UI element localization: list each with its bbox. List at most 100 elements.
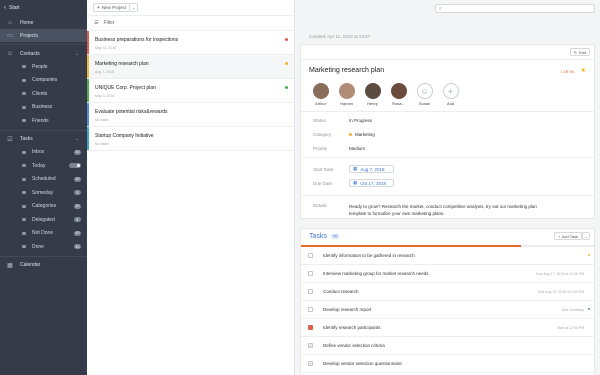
- card-toolbar: ✎ Edit: [301, 45, 594, 60]
- status-dot: [285, 86, 288, 89]
- edit-label: Edit: [579, 49, 586, 55]
- count-badge: 3: [74, 190, 81, 196]
- project-list-item[interactable]: UNIQUE Corp. Project plan May 3, 2018: [87, 79, 294, 103]
- filter-icon: ☰: [94, 20, 99, 26]
- task-checkbox[interactable]: [308, 325, 313, 330]
- task-row[interactable]: Develop research report Due Someday: [301, 301, 594, 319]
- person-avatar[interactable]: Henry: [361, 83, 384, 106]
- status-value[interactable]: In Progress: [349, 118, 372, 123]
- task-row[interactable]: Identify information to be gathered in r…: [301, 247, 594, 265]
- back-button[interactable]: ‹ Start: [0, 0, 87, 16]
- new-project-dropdown[interactable]: ⌄: [130, 3, 139, 12]
- start-date-label: Start Date: [313, 167, 334, 172]
- chevron-left-icon: ‹: [4, 5, 6, 11]
- person-name: Add: [446, 101, 455, 106]
- subitem-label: Friends: [32, 117, 49, 124]
- project-card: ✎ Edit Marketing research plan LTB 90 ★ …: [300, 44, 595, 219]
- sidebar-item-projects[interactable]: ▭ Projects: [0, 29, 87, 42]
- sidebar-subitem[interactable]: Scheduled 10: [0, 173, 87, 187]
- sidebar-subitem[interactable]: Delegated 4: [0, 213, 87, 227]
- project-list-item[interactable]: Evaluate potential risks&rewards No dates: [87, 103, 294, 127]
- chevron-down-icon[interactable]: ⌄: [75, 136, 79, 142]
- project-title: Startup Company Initiative: [95, 133, 154, 139]
- tasks-title: Tasks: [309, 232, 327, 240]
- details-label: Details: [313, 203, 327, 208]
- task-row[interactable]: ✓ Develop vendor selection questionnaire: [301, 355, 594, 373]
- sidebar-subitem[interactable]: Done 10: [0, 240, 87, 254]
- task-filter-icon: [22, 150, 26, 154]
- count-badge: 10: [74, 176, 81, 182]
- add-person-button[interactable]: + Add: [439, 83, 462, 106]
- sidebar-subitem[interactable]: Today: [0, 159, 87, 173]
- person-avatar[interactable]: Rosa...: [387, 83, 410, 106]
- person-avatar[interactable]: Arthur: [309, 83, 332, 106]
- star-icon[interactable]: ★: [581, 67, 586, 74]
- sidebar-subitem[interactable]: Someday 3: [0, 186, 87, 200]
- sidebar-item-tasks[interactable]: ☑ Tasks ⌄: [0, 133, 87, 146]
- start-date-field[interactable]: ▦ Aug 7, 2018: [349, 165, 394, 173]
- category-value[interactable]: Marketing: [349, 132, 375, 137]
- new-project-button[interactable]: + New Project: [93, 3, 131, 12]
- sidebar-subitem[interactable]: Clients: [0, 87, 87, 101]
- person-avatar[interactable]: ☺ Susan: [413, 83, 436, 106]
- avatar: [364, 83, 381, 99]
- priority-value[interactable]: Medium: [349, 146, 365, 151]
- due-date-field[interactable]: ▦ Oct 17, 2018: [349, 179, 394, 187]
- project-color-bar: [87, 127, 89, 150]
- task-checkbox[interactable]: [308, 271, 313, 276]
- add-task-button[interactable]: + Add Task: [554, 232, 582, 240]
- edit-button[interactable]: ✎ Edit: [569, 48, 590, 56]
- project-color-bar: [87, 79, 89, 102]
- priority-label: Priority: [313, 146, 328, 151]
- toggle-switch[interactable]: [69, 163, 81, 169]
- person-name: Henry: [367, 101, 378, 106]
- task-row[interactable]: Conduct research Due Aug 24, 2018 at 2:00…: [301, 283, 594, 301]
- task-checkbox[interactable]: ✓: [308, 361, 313, 366]
- sidebar-subitem[interactable]: Companies: [0, 74, 87, 88]
- sidebar-item-contacts[interactable]: ☺ Contacts ⌄: [0, 47, 87, 60]
- task-checkbox[interactable]: [308, 253, 313, 258]
- sidebar-item-label: Calendar: [20, 262, 41, 268]
- subitem-label: Inbox: [32, 149, 45, 156]
- project-list-item[interactable]: Startup Company Initiative No dates: [87, 127, 294, 151]
- calendar-icon: ▦: [353, 180, 358, 185]
- avatar: [390, 83, 407, 99]
- task-date: Due Aug 24, 2018 at 2:00 PM: [538, 289, 584, 294]
- sidebar-subitem[interactable]: Friends: [0, 114, 87, 128]
- details-text[interactable]: Ready to grow? Research the market, cond…: [349, 203, 554, 217]
- project-list-item[interactable]: Marketing research plan Aug 7, 2018: [87, 55, 294, 79]
- task-row[interactable]: Identify research participants Start at 1…: [301, 319, 594, 337]
- sidebar-item-home[interactable]: ⌂ Home: [0, 16, 87, 29]
- search-input[interactable]: ⌕: [435, 4, 595, 13]
- sidebar-item-calendar[interactable]: ▦ Calendar: [0, 259, 87, 272]
- sidebar-subitem[interactable]: People: [0, 60, 87, 74]
- person-icon: ☺: [6, 50, 14, 57]
- person-name: Rosa...: [392, 101, 405, 106]
- task-checkbox[interactable]: [308, 289, 313, 294]
- contact-group-icon: [22, 78, 26, 82]
- sidebar-subitem[interactable]: Business: [0, 101, 87, 115]
- sidebar-subitem[interactable]: Inbox 10: [0, 146, 87, 160]
- filter-button[interactable]: ☰ Filter: [87, 16, 294, 31]
- task-row[interactable]: Interview marketing group for market res…: [301, 265, 594, 283]
- sidebar-subitem[interactable]: Not Done 10: [0, 227, 87, 241]
- subitem-label: People: [32, 63, 48, 70]
- plus-icon: +: [442, 83, 459, 99]
- task-row[interactable]: ✓ Define vendor selection criteria: [301, 337, 594, 355]
- add-task-dropdown[interactable]: ⌄: [582, 232, 590, 240]
- chevron-down-icon[interactable]: ⌄: [75, 51, 79, 57]
- search-icon: ⌕: [439, 5, 442, 12]
- task-date: Due Aug 17, 2018 at 12:45 PM: [536, 271, 584, 276]
- task-name: Define vendor selection criteria: [323, 343, 385, 348]
- project-date: May 3, 2018: [95, 94, 115, 98]
- tasks-header: Tasks 16 + Add Task ⌄: [301, 229, 594, 243]
- task-checkbox[interactable]: ✓: [308, 343, 313, 348]
- filter-label: Filter: [103, 20, 115, 26]
- due-date-value: Oct 17, 2018: [360, 180, 387, 186]
- person-name: Susan: [418, 101, 431, 106]
- task-checkbox[interactable]: [308, 307, 313, 312]
- sidebar-subitem[interactable]: Categories 10: [0, 200, 87, 214]
- due-date-label: Due Date: [313, 181, 333, 186]
- person-avatar[interactable]: Hannel: [335, 83, 358, 106]
- project-list-item[interactable]: Business preparations for inspections May…: [87, 31, 294, 55]
